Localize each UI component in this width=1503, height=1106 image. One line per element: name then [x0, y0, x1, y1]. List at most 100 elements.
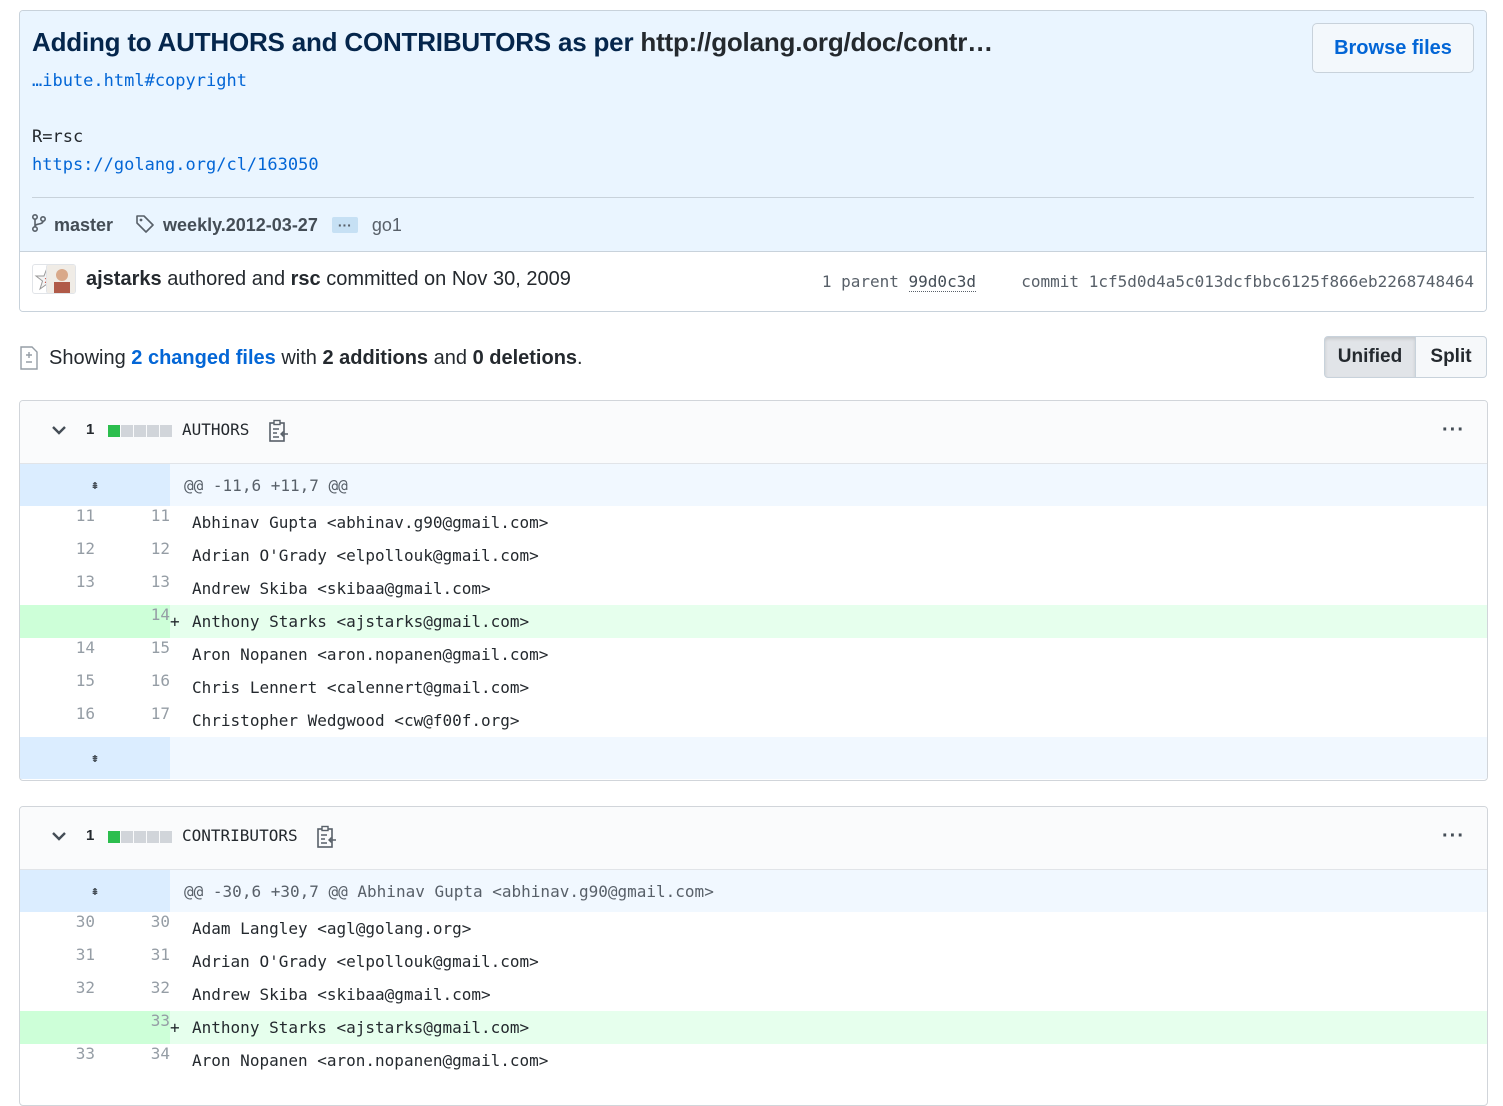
- deletions-count: 0 deletions: [472, 346, 578, 369]
- summary-and: and: [433, 346, 467, 369]
- file-header: 1 AUTHORS ···: [20, 401, 1487, 464]
- old-line-number[interactable]: 30: [20, 912, 95, 945]
- old-line-number[interactable]: [20, 605, 95, 638]
- parent-sha-link[interactable]: 99d0c3d: [908, 272, 976, 292]
- branch-tag-row: master weekly.2012-03-27 ··· go1: [31, 197, 1474, 252]
- diff-line: 12 12 Adrian O'Grady <elpollouk@gmail.co…: [20, 539, 1487, 572]
- old-line-number[interactable]: 33: [20, 1044, 95, 1077]
- tag-name[interactable]: weekly.2012-03-27: [163, 215, 318, 236]
- unified-button[interactable]: Unified: [1324, 336, 1416, 378]
- line-code: Chris Lennert <calennert@gmail.com>: [192, 678, 530, 697]
- hunk-header: ⇞ @@ -11,6 +11,7 @@: [20, 464, 1487, 506]
- file-change-count: 1: [86, 827, 95, 844]
- new-line-number[interactable]: 13: [95, 572, 170, 605]
- commit-sha-area: 1 parent 99d0c3d commit 1cf5d0d4a5c013dc…: [821, 272, 1474, 292]
- diff-summary: Showing 2 changed files with 2 additions…: [19, 340, 583, 376]
- line-code: Abhinav Gupta <abhinav.g90@gmail.com>: [192, 513, 549, 532]
- avatar-stack: x: [32, 264, 76, 294]
- diff-line: 15 16 Chris Lennert <calennert@gmail.com…: [20, 671, 1487, 704]
- diff-line: 11 11 Abhinav Gupta <abhinav.g90@gmail.c…: [20, 506, 1487, 539]
- split-button[interactable]: Split: [1416, 336, 1487, 378]
- hunk-footer: ⇟: [20, 737, 1487, 779]
- line-code: Aron Nopanen <aron.nopanen@gmail.com>: [192, 645, 549, 664]
- committer-name[interactable]: rsc: [291, 268, 321, 290]
- new-line-number[interactable]: 12: [95, 539, 170, 572]
- old-line-number[interactable]: 12: [20, 539, 95, 572]
- expand-icon: ⇞: [91, 477, 99, 493]
- commit-header: Adding to AUTHORS and CONTRIBUTORS as pe…: [20, 11, 1486, 251]
- committed-text: committed on Nov 30, 2009: [326, 268, 571, 290]
- expand-down-button[interactable]: ⇟: [20, 737, 171, 779]
- summary-with: with: [281, 346, 317, 369]
- line-code: Adrian O'Grady <elpollouk@gmail.com>: [192, 546, 539, 565]
- tag-name-last[interactable]: go1: [372, 215, 402, 236]
- new-line-number[interactable]: 31: [95, 945, 170, 978]
- new-line-number[interactable]: 30: [95, 912, 170, 945]
- new-line-number[interactable]: 16: [95, 671, 170, 704]
- commit-message-link[interactable]: …ibute.html#copyright: [32, 71, 247, 91]
- parent-label: 1 parent: [821, 272, 899, 291]
- commit-title: Adding to AUTHORS and CONTRIBUTORS as pe…: [32, 27, 993, 58]
- expand-up-button[interactable]: ⇞: [20, 464, 171, 506]
- new-line-number[interactable]: 11: [95, 506, 170, 539]
- changed-files-link[interactable]: 2 changed files: [131, 347, 276, 370]
- line-code: Christopher Wedgwood <cw@f00f.org>: [192, 711, 520, 730]
- new-line-number[interactable]: 14: [95, 605, 171, 638]
- old-line-number[interactable]: 31: [20, 945, 95, 978]
- author-name[interactable]: ajstarks: [86, 268, 162, 290]
- commit-meta: x ajstarks authored and rsc committed on…: [20, 251, 1486, 311]
- commit-message-cl-link[interactable]: https://golang.org/cl/163050: [32, 155, 319, 175]
- more-tags-button[interactable]: ···: [331, 217, 358, 233]
- old-line-number[interactable]: [20, 1011, 95, 1044]
- file-diff-authors: 1 AUTHORS ··· ⇞ @@ -11,6 +11,7 @@ 11 11 …: [19, 400, 1488, 781]
- commit-message-reviewer: R=rsc: [32, 127, 84, 147]
- line-code: Anthony Starks <ajstarks@gmail.com>: [192, 612, 530, 631]
- commit-box: Adding to AUTHORS and CONTRIBUTORS as pe…: [19, 10, 1487, 312]
- old-line-number[interactable]: 15: [20, 671, 95, 704]
- browse-files-button[interactable]: Browse files: [1312, 23, 1474, 73]
- diff-line: 14 15 Aron Nopanen <aron.nopanen@gmail.c…: [20, 638, 1487, 671]
- new-line-number[interactable]: 17: [95, 704, 170, 737]
- file-name[interactable]: CONTRIBUTORS: [182, 826, 298, 845]
- addition-marker: +: [170, 612, 180, 631]
- diff-view-toggle: Unified Split: [1324, 336, 1487, 378]
- file-diff-contributors: 1 CONTRIBUTORS ··· ⇞ @@ -30,6 +30,7 @@ A…: [19, 806, 1488, 1106]
- file-header: 1 CONTRIBUTORS ···: [20, 807, 1487, 870]
- chevron-down-icon[interactable]: [50, 827, 68, 850]
- diff-icon: [19, 346, 39, 370]
- old-line-number[interactable]: 11: [20, 506, 95, 539]
- old-line-number[interactable]: 14: [20, 638, 95, 671]
- line-code: Andrew Skiba <skibaa@gmail.com>: [192, 579, 491, 598]
- new-line-number[interactable]: 34: [95, 1044, 170, 1077]
- addition-marker: +: [170, 1018, 180, 1037]
- diff-line-addition: 14 + Anthony Starks <ajstarks@gmail.com>: [20, 605, 1487, 638]
- diff-line: 30 30 Adam Langley <agl@golang.org>: [20, 912, 1487, 945]
- new-line-number[interactable]: 33: [95, 1011, 171, 1044]
- file-name[interactable]: AUTHORS: [182, 420, 249, 439]
- expand-icon: ⇞: [91, 883, 99, 899]
- new-line-number[interactable]: 32: [95, 978, 170, 1011]
- branch-name[interactable]: master: [54, 215, 113, 236]
- old-line-number[interactable]: 32: [20, 978, 95, 1011]
- file-options-button[interactable]: ···: [1442, 419, 1465, 442]
- expand-up-button[interactable]: ⇞: [20, 870, 171, 912]
- clipboard-icon[interactable]: [268, 419, 290, 448]
- chevron-down-icon[interactable]: [50, 421, 68, 444]
- commit-title-link[interactable]: http://golang.org/doc/contr…: [640, 27, 993, 57]
- line-code: Adam Langley <agl@golang.org>: [192, 919, 472, 938]
- expand-icon: ⇟: [91, 750, 99, 766]
- committer-avatar[interactable]: [46, 264, 76, 294]
- hunk-header: ⇞ @@ -30,6 +30,7 @@ Abhinav Gupta <abhin…: [20, 870, 1487, 912]
- hunk-text: @@ -11,6 +11,7 @@: [170, 464, 1487, 506]
- diffstat: [108, 831, 172, 843]
- summary-showing: Showing: [49, 346, 126, 369]
- line-code: Adrian O'Grady <elpollouk@gmail.com>: [192, 952, 539, 971]
- diff-line: 13 13 Andrew Skiba <skibaa@gmail.com>: [20, 572, 1487, 605]
- old-line-number[interactable]: 16: [20, 704, 95, 737]
- diffstat: [108, 425, 172, 437]
- file-options-button[interactable]: ···: [1442, 825, 1465, 848]
- new-line-number[interactable]: 15: [95, 638, 170, 671]
- old-line-number[interactable]: 13: [20, 572, 95, 605]
- diff-line: 32 32 Andrew Skiba <skibaa@gmail.com>: [20, 978, 1487, 1011]
- clipboard-icon[interactable]: [316, 825, 338, 854]
